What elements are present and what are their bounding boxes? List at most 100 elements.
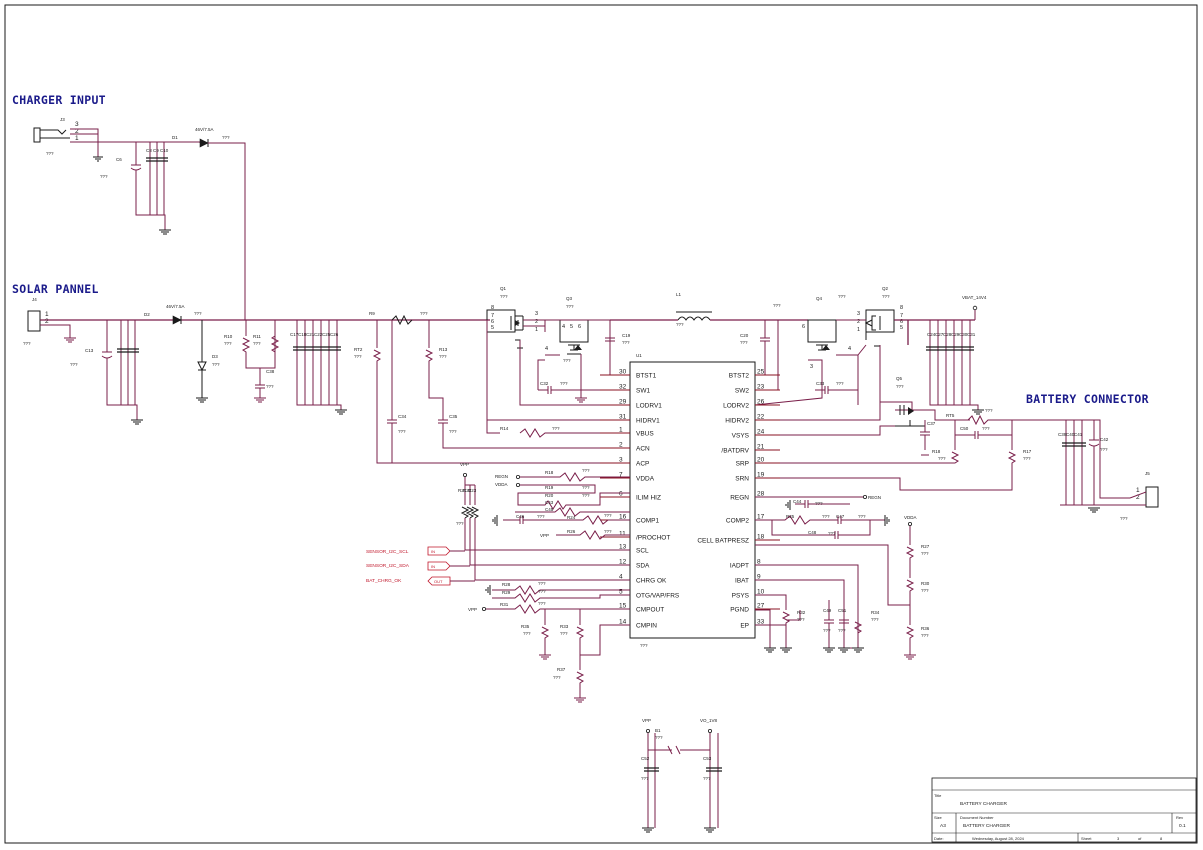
ic-pin-name: COMP1	[636, 518, 660, 525]
svg-text:???: ???	[456, 521, 464, 526]
ic-pin-number: 8	[757, 559, 761, 566]
svg-text:???: ???	[398, 429, 406, 434]
svg-text:???: ???	[46, 151, 54, 156]
svg-text:R25: R25	[786, 514, 795, 519]
ic-pin-name: SRN	[735, 476, 749, 483]
d2-value: 46V/7.5A	[166, 304, 185, 309]
tb-docnum: BATTERY CHARGER	[963, 823, 1010, 829]
svg-text:???: ???	[822, 514, 830, 519]
ic-pin-number: 6	[619, 491, 623, 498]
svg-text:???: ???	[703, 776, 711, 781]
svg-text:???: ???	[1100, 447, 1108, 452]
backup-battery-block: VPP VO_1V8 B1 ??? C52 C53 ??????	[641, 718, 722, 833]
tb-rev: 0.1	[1179, 823, 1186, 829]
battery-connector-block: J5 ??? 1 2 C39 C40 C41 C42???	[1058, 420, 1159, 521]
section-title-solar-panel: SOLAR PANNEL	[12, 282, 99, 296]
ic-pin-name: ILIM HIZ	[636, 495, 661, 502]
svg-text:C34: C34	[398, 414, 407, 419]
ic-pin-left: 30 BTST1	[600, 369, 657, 380]
svg-text:C10: C10	[160, 148, 169, 153]
svg-text:R19: R19	[545, 485, 554, 490]
ic-pin-name: SDA	[636, 563, 650, 570]
svg-text:3: 3	[810, 364, 813, 370]
net-vdda-right: VDDA	[904, 515, 917, 520]
svg-text:C53: C53	[703, 756, 712, 761]
svg-text:???: ???	[420, 311, 428, 316]
ic-pin-left: 2 ACN	[600, 442, 650, 453]
svg-text:D3: D3	[212, 354, 218, 359]
svg-text:???: ???	[538, 589, 546, 594]
net-vpp-prochot: VPP	[540, 533, 549, 538]
net-vpp-cmp: VPP	[468, 607, 477, 612]
ic-pin-number: 2	[619, 442, 623, 449]
ic-pin-right: 24 VSYS	[732, 429, 780, 440]
svg-text:C42: C42	[1100, 437, 1109, 442]
tb-docnum-label: Document Number	[960, 815, 994, 820]
svg-text:R27: R27	[921, 544, 930, 549]
svg-text:1: 1	[535, 327, 538, 333]
svg-text:1: 1	[1136, 487, 1140, 494]
net-vdda-left: VDDA	[495, 482, 508, 487]
svg-text:C45: C45	[545, 507, 554, 512]
svg-text:C35: C35	[449, 414, 458, 419]
svg-text:R28: R28	[502, 582, 511, 587]
ic-pin-number: 31	[619, 414, 627, 421]
svg-text:???: ???	[553, 675, 561, 680]
ic-pin-number: 3	[619, 457, 623, 464]
d2-ref: D2	[144, 312, 150, 317]
svg-text:C26: C26	[330, 332, 339, 337]
c6-ref: C6	[116, 157, 122, 162]
ic-pin-number: 27	[757, 603, 765, 610]
svg-text:4: 4	[562, 324, 565, 330]
svg-text:R33: R33	[560, 624, 569, 629]
svg-text:R31: R31	[500, 602, 509, 607]
svg-text:???: ???	[882, 294, 890, 299]
svg-text:???: ???	[253, 341, 261, 346]
ic-ref: U1	[636, 353, 642, 358]
svg-text:8: 8	[491, 305, 494, 311]
svg-text:???: ???	[921, 551, 929, 556]
svg-text:Q2: Q2	[882, 286, 889, 291]
ic-pin-number: 21	[757, 444, 765, 451]
j4-ref: J4	[32, 297, 37, 302]
svg-text:???: ???	[871, 617, 879, 622]
svg-text:C8: C8	[146, 148, 152, 153]
schematic-sheet: CHARGER INPUT SOLAR PANNEL BATTERY CONNE…	[4, 4, 1198, 844]
net-regn-left: REGN	[495, 474, 508, 479]
svg-text:???: ???	[838, 628, 846, 633]
ic-pin-number: 25	[757, 369, 765, 376]
svg-text:C49: C49	[823, 608, 832, 613]
svg-text:???: ???	[641, 776, 649, 781]
ic-pin-name: IADPT	[730, 563, 749, 570]
svg-text:6: 6	[802, 324, 805, 330]
svg-text:???: ???	[566, 304, 574, 309]
section-title-battery-connector: BATTERY CONNECTOR	[1026, 392, 1149, 406]
svg-text:C32: C32	[540, 381, 549, 386]
svg-text:???: ???	[938, 456, 946, 461]
svg-text:???: ???	[604, 513, 612, 518]
svg-text:R18: R18	[545, 470, 554, 475]
svg-text:R9: R9	[369, 311, 375, 316]
svg-text:1: 1	[857, 327, 860, 333]
ic-right-pins: 25 BTST2 23 SW2 26 LODRV2 22 HIDRV2 24 VSYS 21/BAT…	[697, 369, 780, 630]
svg-text:C37: C37	[927, 421, 936, 426]
ic-pin-number: 16	[619, 514, 627, 521]
ic-pin-number: 4	[619, 574, 623, 581]
ic-pin-number: 24	[757, 429, 765, 436]
l1-ref: L1	[676, 292, 682, 297]
svg-text:Q3: Q3	[566, 296, 573, 301]
tb-size-label: Size	[934, 815, 943, 820]
svg-text:???: ???	[582, 485, 590, 490]
ic-pin-number: 26	[757, 399, 765, 406]
svg-text:C19: C19	[622, 333, 631, 338]
svg-text:???: ???	[896, 384, 904, 389]
tb-title: BATTERY CHARGER	[960, 801, 1007, 807]
right-support-circuitry: C44??? REGN R25??? C47??? C48??? VDDA R2…	[755, 494, 930, 660]
svg-text:R26: R26	[567, 529, 576, 534]
svg-text:3: 3	[857, 311, 860, 317]
ic-pin-left: 3 ACP	[600, 457, 649, 468]
svg-text:???: ???	[773, 303, 781, 308]
j5-ref: J5	[1145, 471, 1150, 476]
svg-text:???: ???	[538, 601, 546, 606]
ic-pin-number: 28	[757, 491, 765, 498]
